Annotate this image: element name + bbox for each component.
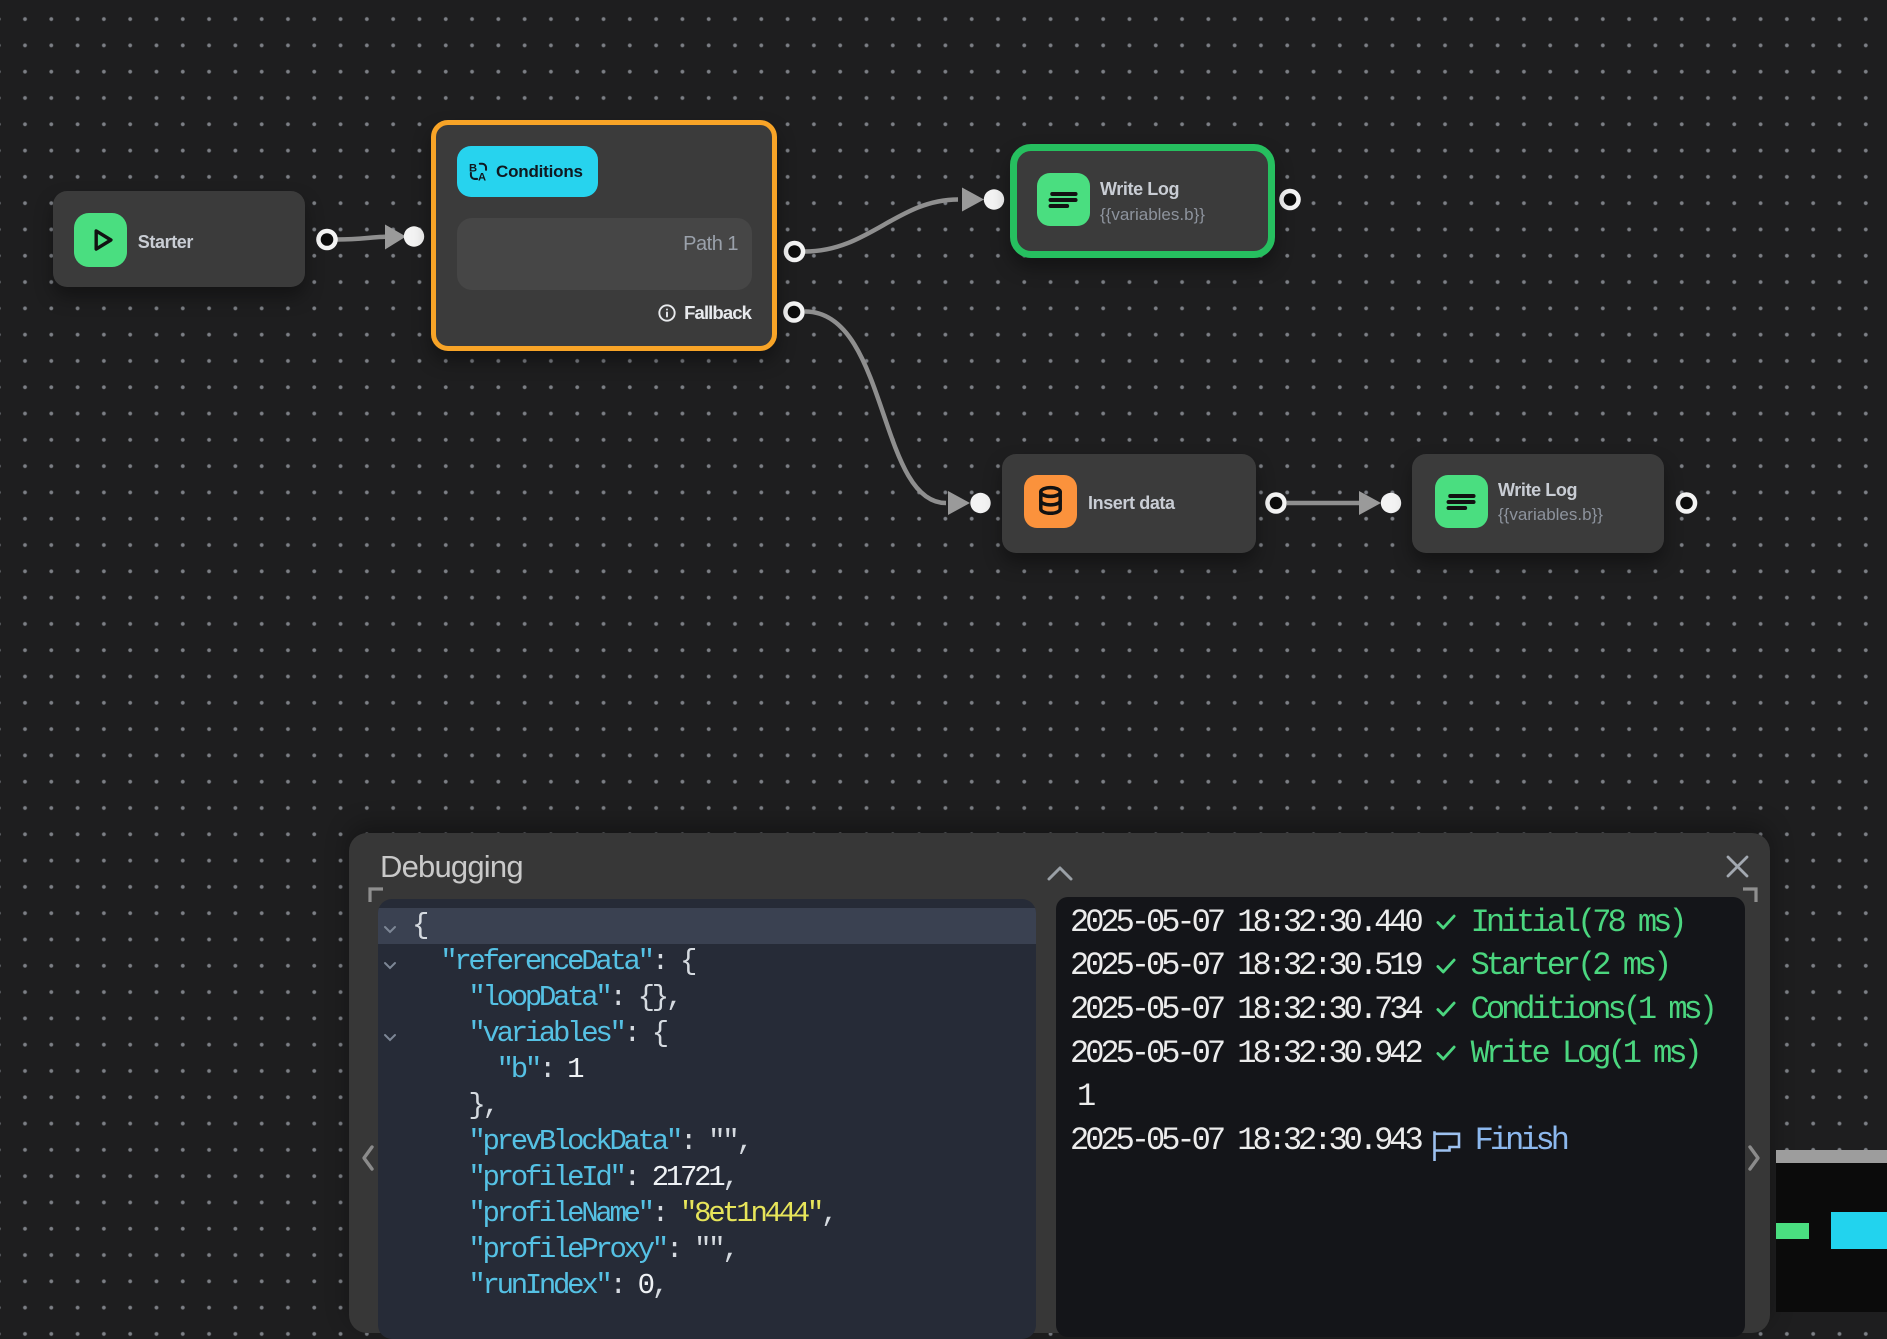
svg-text:B: B	[469, 162, 477, 174]
svg-text:A: A	[478, 172, 486, 182]
